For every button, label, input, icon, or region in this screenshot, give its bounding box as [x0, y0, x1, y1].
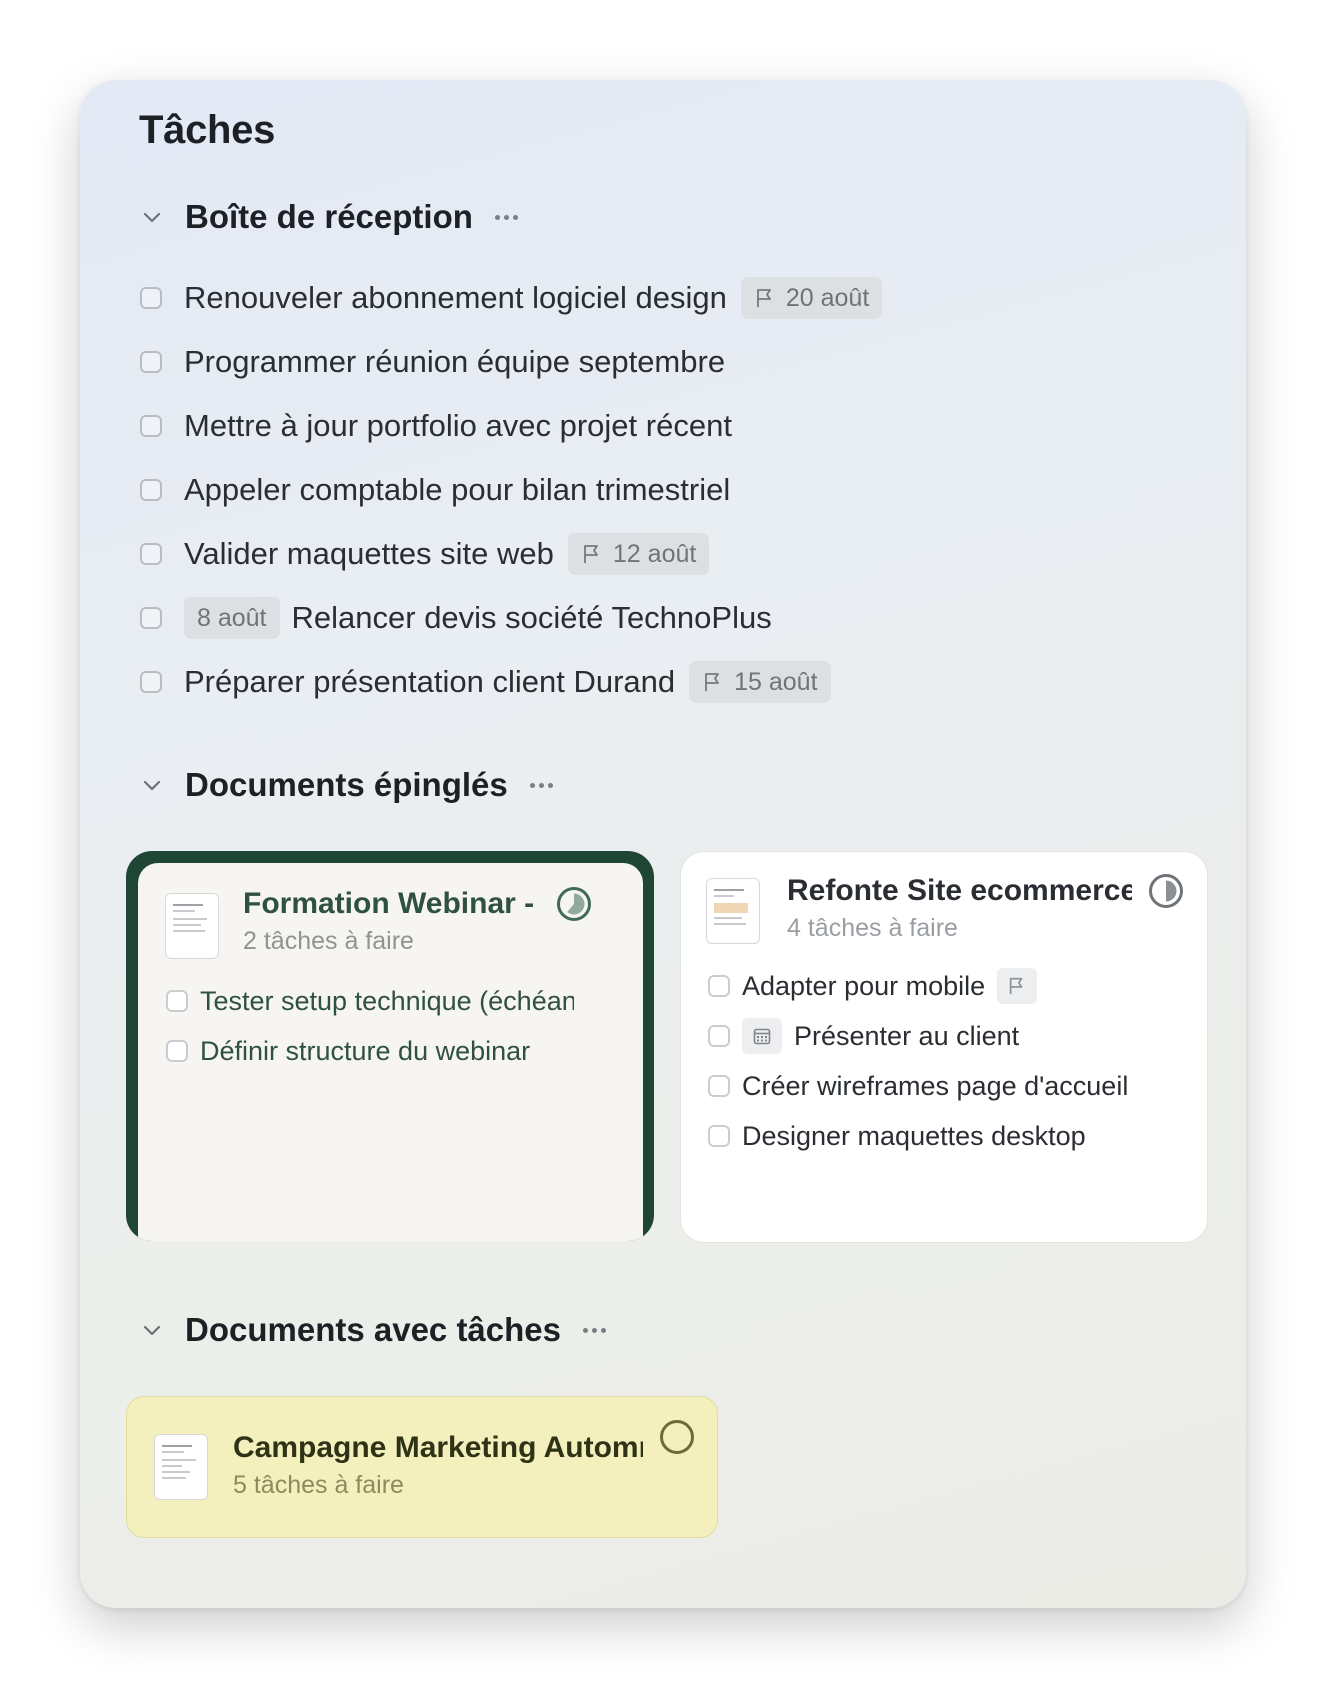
card-task-item[interactable]: Définir structure du webinar: [166, 1031, 530, 1071]
card-body: Formation Webinar - Outils 2 tâches à fa…: [138, 863, 643, 1241]
section-title: Boîte de réception: [185, 198, 473, 235]
task-text: Présenter au client: [794, 1020, 1020, 1051]
document-title[interactable]: Refonte Site ecommerce - Client: [787, 874, 1132, 908]
progress-ring-icon: [660, 1420, 694, 1454]
section-header-pinned: Documents épinglés: [139, 765, 553, 805]
flag-icon: [705, 673, 720, 691]
document-card[interactable]: Campagne Marketing Automne 5 tâches à fa…: [126, 1396, 718, 1538]
progress-ring-icon: [557, 887, 591, 921]
task-text: Programmer réunion équipe septembre: [184, 344, 726, 379]
progress-ring-icon: [1149, 874, 1183, 908]
section-header-inbox: Boîte de réception: [139, 197, 518, 237]
task-checkbox[interactable]: [140, 287, 162, 309]
task-checkbox[interactable]: [140, 543, 162, 565]
calendar-chip[interactable]: [742, 1018, 782, 1054]
due-date-chip[interactable]: 20 août: [740, 277, 883, 319]
task-text: Renouveler abonnement logiciel design: [184, 280, 727, 315]
more-options-icon[interactable]: [583, 1327, 607, 1333]
task-item[interactable]: Valider maquettes site web 12 août: [140, 530, 710, 578]
more-options-icon[interactable]: [494, 214, 518, 220]
flag-icon: [756, 289, 771, 307]
flag-icon: [584, 545, 598, 563]
task-checkbox[interactable]: [166, 990, 188, 1012]
task-text: Valider maquettes site web: [184, 536, 554, 571]
task-checkbox[interactable]: [708, 1075, 730, 1097]
flag-chip[interactable]: [997, 968, 1038, 1004]
card-task-item[interactable]: Designer maquettes desktop: [708, 1116, 1086, 1156]
chevron-down-icon[interactable]: [139, 772, 165, 798]
task-text: Relancer devis société TechnoPlus: [291, 600, 772, 635]
document-title[interactable]: Campagne Marketing Automne: [233, 1431, 643, 1465]
task-checkbox[interactable]: [708, 1125, 730, 1147]
task-text: Créer wireframes page d'accueil: [742, 1070, 1129, 1101]
document-task-count: 4 tâches à faire: [787, 914, 958, 942]
task-item[interactable]: 8 août Relancer devis société TechnoPlus: [140, 594, 772, 642]
due-date-label: 15 août: [734, 667, 818, 696]
task-item[interactable]: Programmer réunion équipe septembre: [140, 338, 725, 386]
task-text: Appeler comptable pour bilan trimestriel: [184, 472, 731, 507]
task-checkbox[interactable]: [166, 1040, 188, 1062]
card-task-item[interactable]: Adapter pour mobile: [708, 966, 1038, 1006]
task-checkbox[interactable]: [140, 607, 162, 629]
due-date-chip[interactable]: 15 août: [689, 661, 831, 703]
due-date-chip[interactable]: 12 août: [567, 533, 710, 575]
task-item[interactable]: Appeler comptable pour bilan trimestriel: [140, 466, 730, 514]
task-checkbox[interactable]: [140, 415, 162, 437]
section-title: Documents épinglés: [185, 766, 508, 803]
card-task-item[interactable]: Présenter au client: [708, 1016, 1019, 1056]
task-checkbox[interactable]: [140, 351, 162, 373]
page-title: Tâches: [139, 108, 276, 152]
task-checkbox[interactable]: [708, 975, 730, 997]
pinned-document-card[interactable]: Formation Webinar - Outils 2 tâches à fa…: [126, 851, 654, 1241]
task-text: Mettre à jour portfolio avec projet réce…: [184, 408, 732, 443]
task-item[interactable]: Préparer présentation client Durand 15 a…: [140, 658, 831, 706]
task-text: Définir structure du webinar: [200, 1035, 531, 1066]
card-task-item[interactable]: Créer wireframes page d'accueil: [708, 1066, 1128, 1106]
due-date-label: 20 août: [785, 283, 870, 312]
date-chip[interactable]: 8 août: [184, 597, 280, 639]
more-options-icon[interactable]: [529, 782, 553, 788]
task-text: Tester setup technique (échéance: [200, 985, 574, 1016]
flag-icon: [1009, 977, 1023, 995]
task-text: Préparer présentation client Durand: [184, 664, 676, 699]
document-thumbnail: [706, 878, 760, 944]
document-task-count: 2 tâches à faire: [243, 927, 414, 955]
task-text: Designer maquettes desktop: [742, 1120, 1086, 1151]
task-checkbox[interactable]: [140, 671, 162, 693]
document-title[interactable]: Formation Webinar - Outils: [243, 887, 533, 921]
section-header-documents-with-tasks: Documents avec tâches: [139, 1310, 607, 1350]
task-text: Adapter pour mobile: [742, 970, 986, 1001]
task-item[interactable]: Mettre à jour portfolio avec projet réce…: [140, 402, 732, 450]
section-title: Documents avec tâches: [185, 1311, 562, 1348]
card-task-item[interactable]: Tester setup technique (échéance: [166, 981, 574, 1021]
task-checkbox[interactable]: [140, 479, 162, 501]
task-item[interactable]: Renouveler abonnement logiciel design 20…: [140, 274, 883, 322]
task-checkbox[interactable]: [708, 1025, 730, 1047]
document-task-count: 5 tâches à faire: [233, 1471, 404, 1499]
chevron-down-icon[interactable]: [139, 1317, 165, 1343]
chevron-down-icon[interactable]: [139, 204, 165, 230]
calendar-icon: [753, 1028, 771, 1045]
due-date-label: 12 août: [612, 539, 697, 568]
document-thumbnail: [154, 1434, 208, 1500]
pinned-document-card[interactable]: Refonte Site ecommerce - Client 4 tâches…: [680, 851, 1208, 1243]
tasks-panel: Tâches Boîte de réception Renouveler abo…: [80, 80, 1246, 1608]
document-thumbnail: [165, 893, 219, 959]
